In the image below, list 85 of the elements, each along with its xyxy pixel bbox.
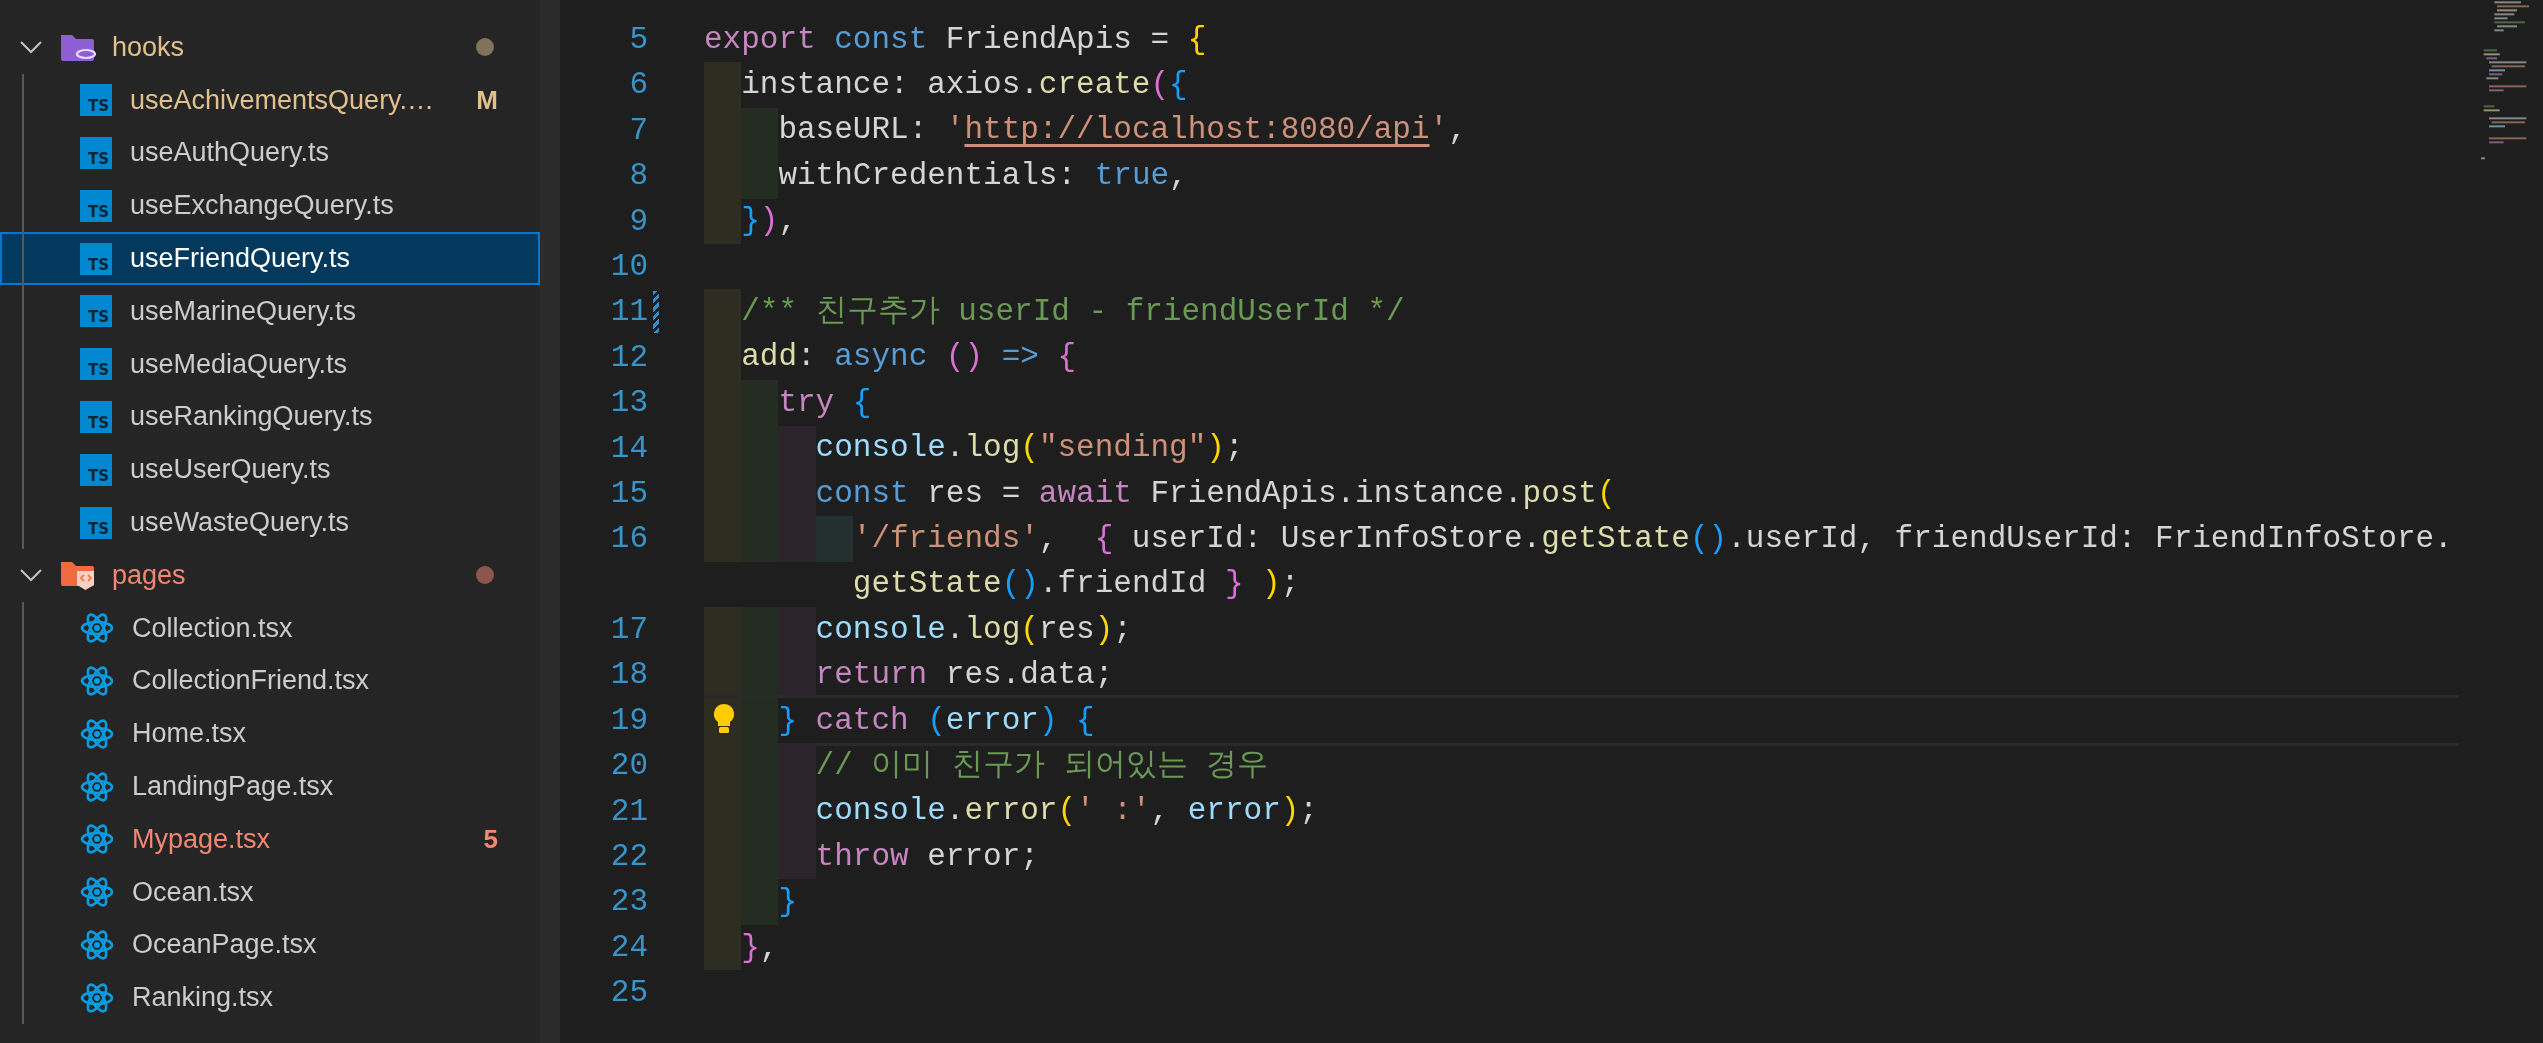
- react-icon: [80, 981, 114, 1014]
- react-icon: [80, 664, 114, 697]
- file-item[interactable]: Ocean.tsx: [0, 865, 540, 919]
- react-icon: [80, 612, 114, 645]
- file-item[interactable]: TS useMediaQuery.ts: [0, 337, 540, 391]
- folder-icon: [60, 559, 96, 592]
- file-item[interactable]: LandingPage.tsx: [0, 760, 540, 813]
- file-item[interactable]: TS useRankingQuery.ts: [0, 390, 540, 444]
- line-number: 12: [609, 338, 648, 377]
- react-icon: [80, 770, 114, 803]
- line-number: 14: [609, 429, 648, 468]
- code-line: console.log("sending");: [815, 429, 1244, 468]
- ts-file-icon: TS: [80, 400, 112, 433]
- code-line: },: [741, 928, 779, 967]
- line-number: 20: [609, 747, 648, 786]
- file-item[interactable]: Mypage.tsx 5: [0, 812, 540, 866]
- lightbulb-icon[interactable]: [712, 702, 736, 735]
- line-number: 15: [609, 474, 648, 513]
- ts-file-icon: TS: [80, 348, 112, 381]
- line-number: 17: [609, 611, 648, 650]
- line-number: 22: [609, 838, 648, 877]
- ts-file-icon: TS: [80, 137, 112, 169]
- line-number: 24: [609, 928, 648, 967]
- code-line: return res.data;: [815, 656, 1114, 695]
- file-item[interactable]: TS useWasteQuery.ts: [0, 496, 540, 549]
- file-item[interactable]: TS useAuthQuery.ts: [0, 126, 540, 180]
- code-line: try {: [778, 383, 872, 422]
- code-line: const res = await FriendApis.instance.post(: [815, 474, 1616, 513]
- file-item[interactable]: TS useFriendQuery.ts: [0, 232, 540, 285]
- line-number: 21: [609, 792, 648, 831]
- code-line: console.error(' :', error);: [815, 792, 1318, 831]
- ts-file-icon: TS: [80, 295, 112, 328]
- code-line: add: async () => {: [741, 338, 1077, 377]
- line-number: 18: [609, 656, 648, 695]
- line-number: 10: [609, 247, 648, 286]
- ts-file-icon: TS: [80, 84, 112, 117]
- code-line: getState().friendId } );: [851, 565, 1300, 604]
- line-number: 6: [628, 66, 648, 105]
- ts-file-icon: TS: [80, 189, 112, 222]
- line-number: 9: [628, 202, 648, 241]
- line-number: 8: [628, 157, 648, 196]
- code-line: }),: [741, 202, 798, 241]
- file-item[interactable]: TS useUserQuery.ts: [0, 443, 540, 497]
- code-line: }: [778, 883, 797, 922]
- code-line: instance: axios.create({: [741, 66, 1188, 105]
- status-dot: [476, 566, 494, 585]
- folder-item[interactable]: hooks: [0, 21, 540, 74]
- status-dot: [476, 38, 494, 57]
- ts-file-icon: TS: [80, 506, 112, 539]
- file-item[interactable]: TS useMarineQuery.ts: [0, 285, 540, 338]
- file-item[interactable]: Ranking.tsx: [0, 971, 540, 1025]
- react-icon: [80, 823, 114, 856]
- ts-file-icon: TS: [80, 242, 112, 275]
- git-status-label: 5: [483, 823, 498, 855]
- git-status-label: M: [476, 84, 498, 116]
- file-item[interactable]: TS useAchivementsQuery.… M: [0, 73, 540, 127]
- file-item[interactable]: OceanPage.tsx: [0, 918, 540, 972]
- code-line: withCredentials: true,: [778, 156, 1188, 195]
- code-line: '/friends', { userId: UserInfoStore.getState().userId, friendUserId: FriendInfoStore.: [852, 520, 2453, 558]
- folder-item[interactable]: pages: [0, 548, 540, 602]
- code-line: baseURL: 'http://localhost:8080/api',: [778, 111, 1467, 150]
- code-line: } catch (error) {: [778, 701, 1095, 740]
- line-number: 13: [609, 384, 648, 423]
- code-line: /** 친구추가 userId - friendUserId */: [741, 293, 1405, 332]
- code-line: // 이미 친구가 되어있는 경우: [815, 746, 1269, 785]
- file-item[interactable]: Home.tsx: [0, 707, 540, 761]
- react-icon: [80, 928, 114, 961]
- react-icon: [80, 876, 114, 909]
- react-icon: [80, 717, 114, 750]
- line-number: 16: [609, 520, 648, 559]
- file-item[interactable]: CollectionFriend.tsx: [0, 654, 540, 708]
- scrollbar[interactable]: [540, 0, 560, 1043]
- line-number: 11: [609, 293, 648, 332]
- line-number: 7: [628, 111, 648, 150]
- code-line: throw error;: [815, 837, 1039, 876]
- code-line: export const FriendApis = {: [704, 20, 1207, 59]
- line-number: 19: [609, 701, 648, 740]
- file-item[interactable]: TS useExchangeQuery.ts: [0, 179, 540, 233]
- line-number: 5: [628, 21, 648, 59]
- line-number: 23: [609, 883, 648, 922]
- line-number: 25: [609, 974, 648, 1013]
- ts-file-icon: TS: [80, 453, 112, 486]
- code-line: console.log(res);: [815, 610, 1132, 649]
- file-item[interactable]: Collection.tsx: [0, 601, 540, 655]
- folder-icon: [60, 32, 96, 63]
